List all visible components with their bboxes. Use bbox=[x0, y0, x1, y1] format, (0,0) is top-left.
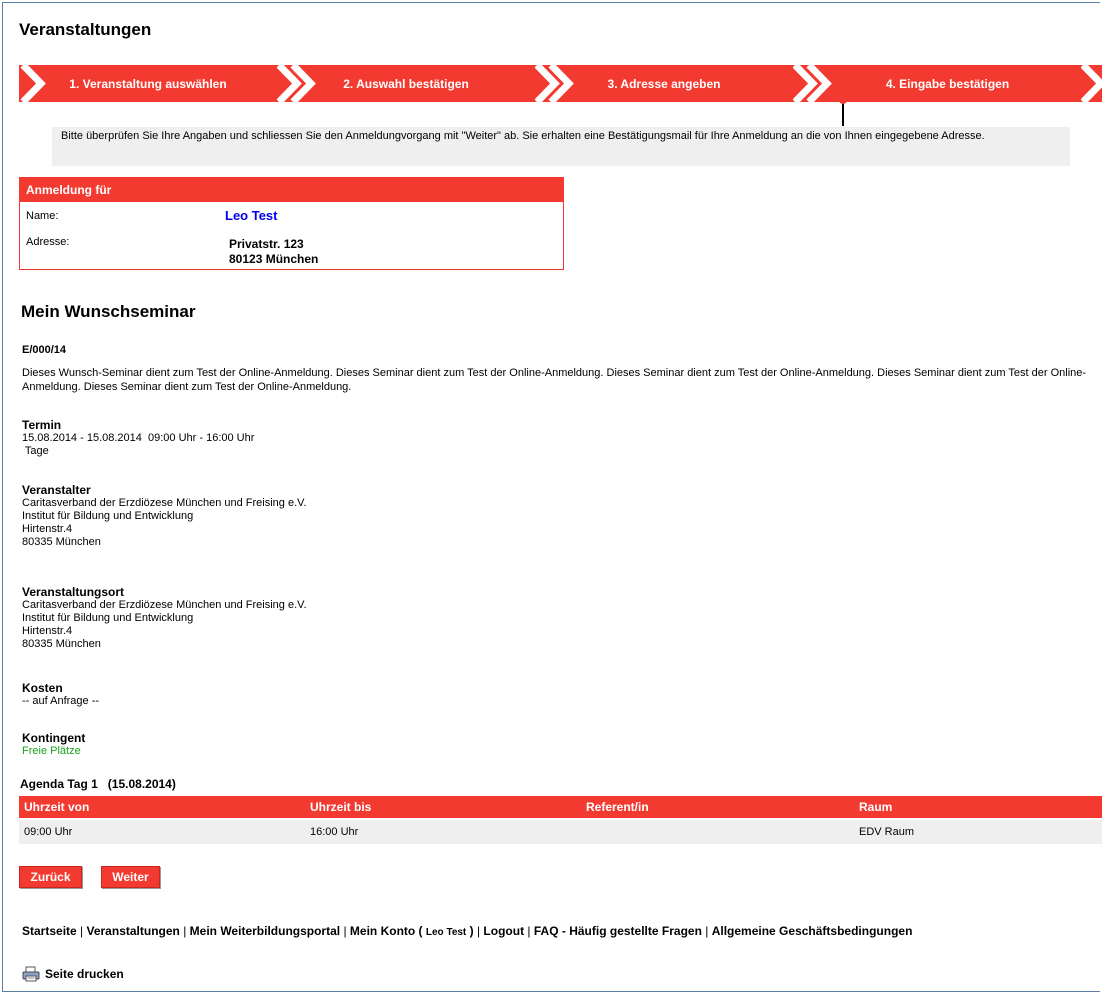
veranstalter-line: Hirtenstr.4 bbox=[22, 523, 73, 535]
page-title: Veranstaltungen bbox=[19, 20, 152, 39]
column-header: Uhrzeit von bbox=[24, 800, 90, 814]
name-label: Name: bbox=[26, 210, 59, 222]
kosten-value: -- auf Anfrage -- bbox=[22, 695, 100, 707]
footer-link-mein-konto[interactable]: Mein Konto ( Leo Test ) bbox=[350, 924, 474, 938]
print-label: Seite drucken bbox=[45, 967, 124, 981]
address-label: Adresse: bbox=[26, 236, 70, 248]
veranstalter-line: 80335 München bbox=[22, 536, 101, 548]
kosten-section: Kosten -- auf Anfrage -- bbox=[22, 682, 99, 708]
registration-box: Anmeldung für Name: Leo Test Adresse: Pr… bbox=[19, 177, 564, 270]
address-value: Privatstr. 123 80123 München bbox=[229, 237, 318, 267]
footer-link-agb[interactable]: Allgemeine Geschäftsbedingungen bbox=[712, 924, 913, 938]
step-4-label: 4. Eingabe bestätigen bbox=[885, 76, 1010, 91]
chevron-icon bbox=[20, 65, 46, 102]
printer-icon bbox=[22, 966, 40, 982]
ort-label: Veranstaltungsort bbox=[22, 585, 125, 599]
step-3-label: 3. Adresse angeben bbox=[607, 76, 721, 91]
footer-link-veranstaltungen[interactable]: Veranstaltungen bbox=[87, 924, 180, 938]
termin-label: Termin bbox=[22, 418, 62, 432]
kontingent-label: Kontingent bbox=[22, 731, 86, 745]
agenda-table: Uhrzeit von Uhrzeit bis Referent/in Raum… bbox=[19, 796, 1102, 844]
footer-link-startseite[interactable]: Startseite bbox=[22, 924, 77, 938]
veranstalter-section: Veranstalter Caritasverband der Erzdiöze… bbox=[22, 484, 307, 549]
current-step-dot bbox=[839, 96, 847, 104]
termin-line-1: 15.08.2014 - 15.08.2014 09:00 Uhr - 16:0… bbox=[22, 432, 255, 444]
registration-header: Anmeldung für bbox=[20, 178, 563, 202]
account-username: Leo Test bbox=[425, 927, 467, 938]
termin-line-2: Tage bbox=[22, 445, 49, 457]
address-line-1: Privatstr. 123 bbox=[229, 237, 304, 251]
seminar-title: Mein Wunschseminar bbox=[21, 302, 196, 321]
veranstalter-line: Institut für Bildung und Entwicklung bbox=[22, 510, 194, 522]
footer-link-logout[interactable]: Logout bbox=[483, 924, 524, 938]
ort-line: Hirtenstr.4 bbox=[22, 625, 73, 637]
kontingent-value: Freie Plätze bbox=[22, 745, 81, 757]
step-3[interactable]: 3. Adresse angeben bbox=[535, 65, 793, 102]
print-page-link[interactable]: Seite drucken bbox=[22, 966, 124, 982]
ort-section: Veranstaltungsort Caritasverband der Erz… bbox=[22, 586, 307, 651]
footer-link-faq[interactable]: FAQ - Häufig gestellte Fragen bbox=[534, 924, 702, 938]
column-header: Referent/in bbox=[586, 800, 649, 814]
table-cell: 16:00 Uhr bbox=[310, 826, 359, 838]
mein-konto-label: Mein Konto ( bbox=[349, 924, 426, 938]
name-value: Leo Test bbox=[225, 208, 278, 223]
ort-line: 80335 München bbox=[22, 638, 101, 650]
chevron-icon bbox=[1081, 65, 1102, 102]
seminar-description: Dieses Wunsch-Seminar dient zum Test der… bbox=[22, 367, 1087, 393]
veranstalter-line: Caritasverband der Erzdiözese München un… bbox=[22, 497, 307, 509]
ort-line: Caritasverband der Erzdiözese München un… bbox=[22, 599, 307, 611]
mein-konto-close: ) bbox=[466, 924, 474, 938]
wizard-steps: 1. Veranstaltung auswählen 2. Auswahl be… bbox=[19, 65, 1102, 102]
kontingent-section: Kontingent Freie Plätze bbox=[22, 732, 85, 758]
termin-section: Termin 15.08.2014 - 15.08.2014 09:00 Uhr… bbox=[22, 419, 254, 458]
chevron-icon bbox=[535, 65, 574, 102]
back-button[interactable]: Zurück bbox=[19, 866, 82, 888]
agenda-header-row: Uhrzeit von Uhrzeit bis Referent/in Raum bbox=[19, 796, 1102, 818]
step-2[interactable]: 2. Auswahl bestätigen bbox=[277, 65, 535, 102]
agenda-title: Agenda Tag 1 (15.08.2014) bbox=[20, 777, 176, 791]
table-row: 09:00 Uhr 16:00 Uhr EDV Raum bbox=[19, 820, 1102, 844]
seminar-code: E/000/14 bbox=[22, 344, 67, 356]
step-1[interactable]: 1. Veranstaltung auswählen bbox=[19, 65, 277, 102]
column-header: Raum bbox=[859, 800, 893, 814]
footer-links: Startseite | Veranstaltungen | Mein Weit… bbox=[22, 924, 913, 938]
chevron-icon bbox=[277, 65, 316, 102]
footer-link-weiterbildungsportal[interactable]: Mein Weiterbildungsportal bbox=[190, 924, 340, 938]
chevron-icon bbox=[793, 65, 832, 102]
table-cell: 09:00 Uhr bbox=[24, 826, 73, 838]
table-cell: EDV Raum bbox=[859, 826, 915, 838]
address-line-2: 80123 München bbox=[229, 252, 319, 266]
step-2-label: 2. Auswahl bestätigen bbox=[343, 76, 469, 91]
step-1-label: 1. Veranstaltung auswählen bbox=[69, 76, 227, 91]
next-button[interactable]: Weiter bbox=[101, 866, 160, 888]
info-message: Bitte überprüfen Sie Ihre Angaben und sc… bbox=[52, 127, 1070, 166]
column-header: Uhrzeit bis bbox=[310, 800, 372, 814]
ort-line: Institut für Bildung und Entwicklung bbox=[22, 612, 194, 624]
veranstalter-label: Veranstalter bbox=[22, 483, 91, 497]
kosten-label: Kosten bbox=[22, 681, 63, 695]
